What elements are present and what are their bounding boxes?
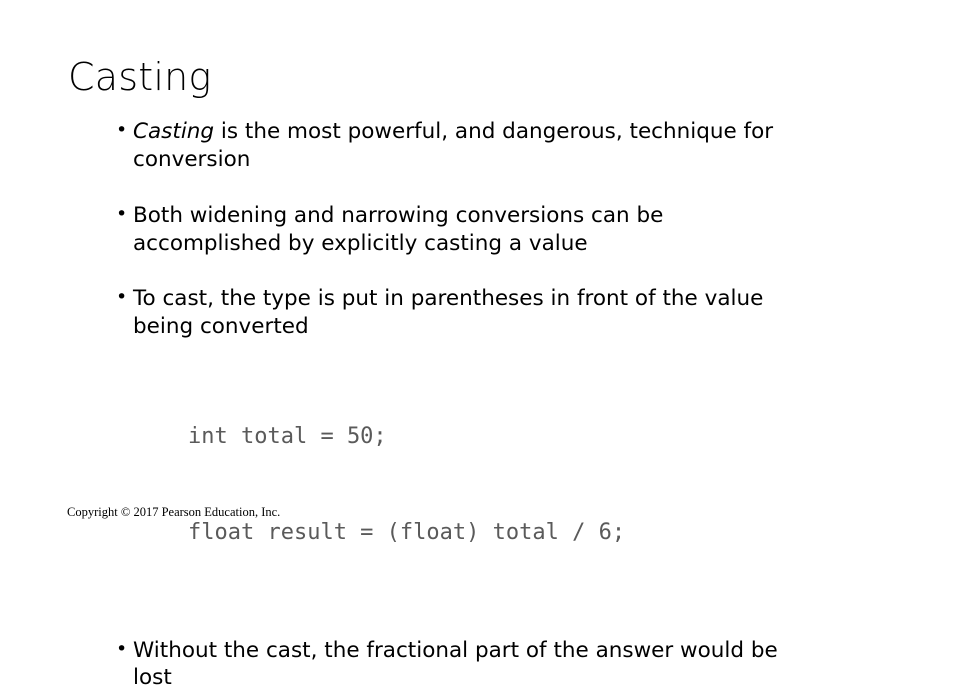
slide-canvas: Casting Casting is the most powerful, an… [0, 0, 960, 540]
page-title: Casting [68, 58, 211, 96]
bullet-text-widening-narrowing: Both widening and narrowing conversions … [133, 203, 663, 256]
code-line-cast-expression: float result = (float) total / 6; [188, 517, 812, 549]
bullet-text-casting-powerful: is the most powerful, and dangerous, tec… [133, 119, 773, 172]
copyright-notice: Copyright © 2017 Pearson Education, Inc. [67, 505, 280, 520]
code-snippet: int total = 50; float result = (float) t… [188, 357, 812, 614]
bullet-text-to-cast: To cast, the type is put in parentheses … [133, 286, 763, 339]
slide-body: Casting is the most powerful, and danger… [112, 118, 812, 692]
bullet-text-without-cast: Without the cast, the fractional part of… [133, 638, 778, 691]
code-line-declaration: int total = 50; [188, 421, 812, 453]
code-spacer [112, 614, 812, 637]
list-item: Casting is the most powerful, and danger… [112, 118, 812, 174]
list-item: Both widening and narrowing conversions … [112, 202, 812, 258]
list-item: To cast, the type is put in parentheses … [112, 285, 812, 341]
list-item: Without the cast, the fractional part of… [112, 637, 812, 692]
bullet-emphasis-casting: Casting [133, 119, 214, 144]
